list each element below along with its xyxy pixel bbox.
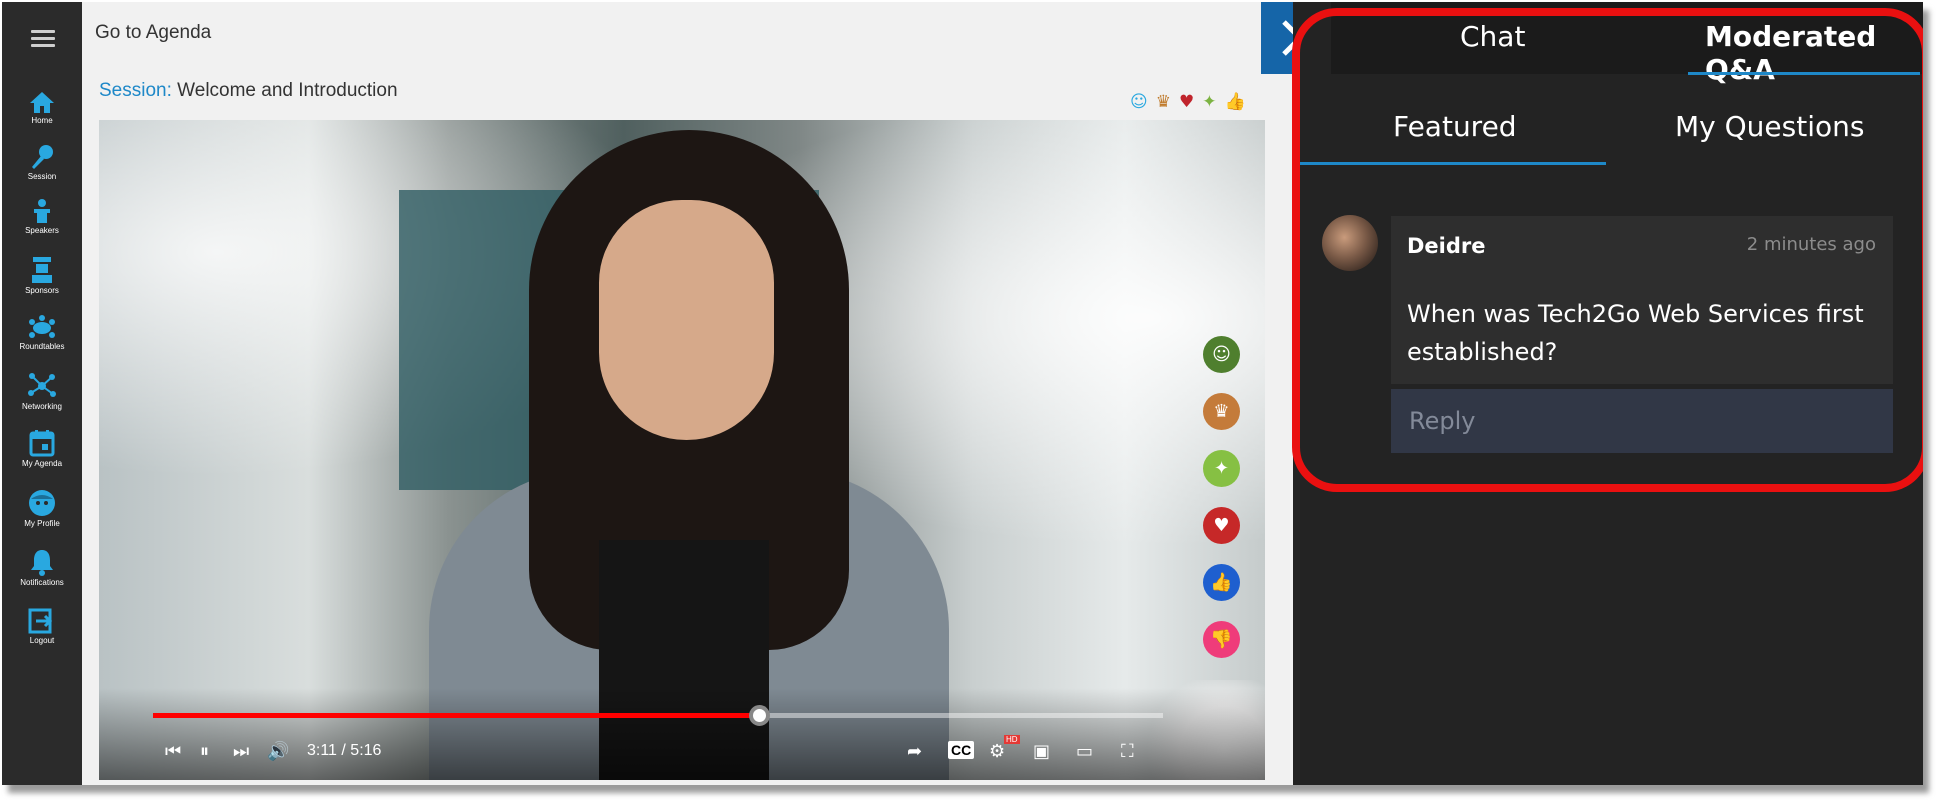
network-icon xyxy=(28,373,56,397)
share-icon[interactable]: ➦ xyxy=(907,741,922,762)
previous-icon[interactable]: ⏮ xyxy=(165,741,181,762)
celebrate-icon: ✦ xyxy=(1213,458,1230,479)
nav-item-notifications[interactable]: Notifications xyxy=(2,548,82,587)
progress-scrubber[interactable] xyxy=(749,705,770,726)
pause-icon[interactable]: ⏸ xyxy=(200,741,209,762)
subtab-featured[interactable]: Featured xyxy=(1393,110,1517,143)
home-icon xyxy=(30,92,54,113)
theater-mode-icon[interactable]: ▭ xyxy=(1076,741,1093,762)
microphone-icon xyxy=(32,145,53,169)
speaker-podium-icon xyxy=(34,199,50,223)
next-icon[interactable]: ⏭ xyxy=(233,741,249,762)
video-controls: ⏮ ⏸ ⏭ 🔊 3:11 / 5:16 ➦ CC ⚙ HD ▣ ▭ ⛶ xyxy=(99,688,1265,780)
reply-input[interactable] xyxy=(1391,389,1893,453)
hd-badge: HD xyxy=(1004,735,1020,744)
tab-moderated-qa[interactable]: Moderated Q&A xyxy=(1705,20,1923,86)
nav-item-session[interactable]: Session xyxy=(2,144,82,181)
progress-bar[interactable] xyxy=(153,705,1163,726)
subtab-my-questions[interactable]: My Questions xyxy=(1675,110,1864,143)
captions-button[interactable]: CC xyxy=(948,741,975,759)
nav-item-logout[interactable]: Logout xyxy=(2,608,82,645)
nav-label-networking: Networking xyxy=(21,402,62,411)
nav-label-sponsors: Sponsors xyxy=(25,286,59,295)
session-label: Session: xyxy=(99,80,172,101)
nav-label-my-agenda: My Agenda xyxy=(21,459,63,468)
smile-icon: ☺ xyxy=(1212,344,1231,365)
nav-item-my-agenda[interactable]: My Agenda xyxy=(2,429,82,468)
clap-icon: ♛ xyxy=(1155,92,1171,112)
session-title: Session: Welcome and Introduction xyxy=(99,80,398,102)
thumbs-down-icon: 👎 xyxy=(1210,629,1233,650)
time-display: 3:11 / 5:16 xyxy=(307,742,382,759)
heart-icon: ♥ xyxy=(1178,92,1195,112)
nav-label-my-profile: My Profile xyxy=(24,519,60,528)
active-tab-indicator xyxy=(1688,72,1920,75)
nav-item-roundtables[interactable]: Roundtables xyxy=(2,314,82,351)
nav-label-logout: Logout xyxy=(29,636,55,645)
nav-label-session: Session xyxy=(27,172,57,181)
nav-label-notifications: Notifications xyxy=(20,578,64,587)
thumbs-up-icon: 👍 xyxy=(1224,92,1246,112)
avatar xyxy=(1322,215,1378,271)
reaction-summary: ☺ ♛ ♥ ✦ 👍 xyxy=(1130,92,1246,112)
roundtable-icon xyxy=(29,315,55,338)
nav-item-speakers[interactable]: Speakers xyxy=(2,198,82,235)
clap-icon: ♛ xyxy=(1213,401,1230,422)
volume-icon[interactable]: 🔊 xyxy=(267,741,289,762)
profile-icon xyxy=(29,490,55,516)
question-author: Deidre xyxy=(1407,234,1486,258)
left-navigation: Home Session Speakers Sponsors Roundtabl… xyxy=(2,2,82,785)
nav-label-speakers: Speakers xyxy=(25,226,59,235)
side-panel: Chat Moderated Q&A Featured My Questions… xyxy=(1293,2,1923,785)
nav-item-home[interactable]: Home xyxy=(2,90,82,125)
active-subtab-indicator xyxy=(1293,162,1606,165)
app-window: Home Session Speakers Sponsors Roundtabl… xyxy=(2,2,1923,785)
thumbs-up-icon: 👍 xyxy=(1210,572,1233,593)
bell-icon xyxy=(31,550,53,576)
settings-gear-icon[interactable]: ⚙ xyxy=(989,741,1005,762)
smile-icon: ☺ xyxy=(1130,92,1148,112)
go-to-agenda-link[interactable]: Go to Agenda xyxy=(95,22,211,44)
react-heart-button[interactable]: ♥ xyxy=(1203,507,1240,544)
hamburger-menu-icon[interactable] xyxy=(31,30,55,48)
react-clap-button[interactable]: ♛ xyxy=(1203,393,1240,430)
video-player[interactable]: ☺ ♛ ✦ ♥ 👍 👎 ⏮ ⏸ ⏭ 🔊 3:11 / 5:16 ➦ CC ⚙ H… xyxy=(99,120,1265,780)
react-thumbs-up-button[interactable]: 👍 xyxy=(1203,564,1240,601)
session-name: Welcome and Introduction xyxy=(177,80,398,101)
react-thumbs-down-button[interactable]: 👎 xyxy=(1203,621,1240,658)
question-card: Deidre 2 minutes ago When was Tech2Go We… xyxy=(1391,216,1893,384)
question-timestamp: 2 minutes ago xyxy=(1746,234,1876,255)
sponsor-booth-icon xyxy=(32,257,52,283)
nav-item-sponsors[interactable]: Sponsors xyxy=(2,256,82,295)
calendar-icon xyxy=(29,430,55,457)
celebrate-icon: ✦ xyxy=(1202,92,1217,112)
main-content: Go to Agenda Session: Welcome and Introd… xyxy=(82,2,1293,785)
tab-chat[interactable]: Chat xyxy=(1460,20,1525,53)
question-text: When was Tech2Go Web Services first esta… xyxy=(1407,300,1864,366)
nav-item-my-profile[interactable]: My Profile xyxy=(2,489,82,528)
fullscreen-icon[interactable]: ⛶ xyxy=(1121,741,1134,762)
react-smile-button[interactable]: ☺ xyxy=(1203,336,1240,373)
logout-icon xyxy=(28,608,53,634)
miniplayer-icon[interactable]: ▣ xyxy=(1033,741,1050,762)
heart-icon: ♥ xyxy=(1213,515,1230,536)
nav-label-roundtables: Roundtables xyxy=(19,342,65,351)
nav-label-home: Home xyxy=(31,116,53,125)
panel-tabs: Chat Moderated Q&A xyxy=(1331,2,1923,86)
nav-item-networking[interactable]: Networking xyxy=(2,372,82,411)
react-celebrate-button[interactable]: ✦ xyxy=(1203,450,1240,487)
progress-fill xyxy=(153,713,759,718)
